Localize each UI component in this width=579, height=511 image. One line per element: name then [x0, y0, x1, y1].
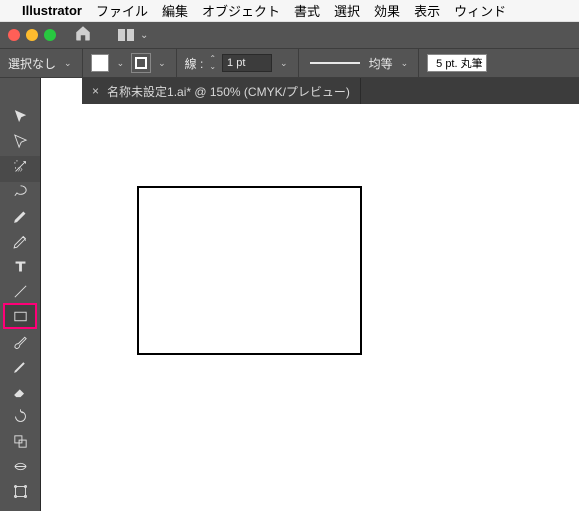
curvature-tool[interactable]	[4, 229, 36, 253]
menu-window[interactable]: ウィンド	[454, 1, 506, 20]
chevron-down-icon: ⌄	[140, 30, 148, 41]
menu-edit[interactable]: 編集	[162, 1, 188, 20]
magic-wand-tool[interactable]	[4, 154, 36, 178]
chevron-down-icon[interactable]: ⌄	[156, 58, 168, 69]
type-tool[interactable]	[4, 254, 36, 278]
pencil-tool[interactable]	[4, 354, 36, 378]
stroke-label: 線 :	[185, 55, 204, 72]
window-titlebar: ⌄	[0, 22, 579, 48]
pen-tool[interactable]	[4, 204, 36, 228]
document-tab-title: 名称未設定1.ai* @ 150% (CMYK/プレビュー)	[107, 83, 350, 100]
variable-width-profile[interactable]	[307, 56, 363, 71]
brush-definition[interactable]: 5 pt. 丸筆	[427, 54, 487, 72]
width-tool[interactable]	[4, 454, 36, 478]
app-name[interactable]: Illustrator	[22, 3, 82, 18]
arrange-documents-button[interactable]: ⌄	[118, 29, 148, 41]
menu-type[interactable]: 書式	[294, 1, 320, 20]
rectangle-shape[interactable]	[137, 186, 362, 355]
menu-effect[interactable]: 効果	[374, 1, 400, 20]
tools-panel	[0, 78, 41, 511]
menu-view[interactable]: 表示	[414, 1, 440, 20]
canvas[interactable]	[41, 104, 579, 511]
menu-file[interactable]: ファイル	[96, 1, 148, 20]
document-area: × 名称未設定1.ai* @ 150% (CMYK/プレビュー)	[41, 78, 579, 511]
profile-label: 均等	[369, 55, 393, 72]
rotate-tool[interactable]	[4, 404, 36, 428]
selection-status: 選択なし	[8, 55, 56, 72]
macos-menubar: Illustrator ファイル 編集 オブジェクト 書式 選択 効果 表示 ウ…	[0, 0, 579, 22]
eraser-tool[interactable]	[4, 379, 36, 403]
paintbrush-tool[interactable]	[4, 329, 36, 353]
chevron-down-icon[interactable]: ⌄	[115, 58, 127, 69]
chevron-down-icon[interactable]: ⌄	[399, 58, 411, 69]
close-tab-button[interactable]: ×	[92, 84, 99, 98]
home-icon[interactable]	[74, 24, 92, 47]
chevron-down-icon[interactable]: ⌄	[62, 58, 74, 69]
menu-select[interactable]: 選択	[334, 1, 360, 20]
stroke-weight-field[interactable]: 1 pt	[222, 54, 272, 72]
minimize-window-button[interactable]	[26, 29, 38, 41]
scale-tool[interactable]	[4, 429, 36, 453]
fill-swatch[interactable]	[91, 54, 109, 72]
line-tool[interactable]	[4, 279, 36, 303]
chevron-down-icon[interactable]: ⌄	[278, 58, 290, 69]
control-bar: 選択なし ⌄ ⌄ ⌄ 線 : ⌃⌄ 1 pt ⌄ 均等 ⌄ 5 pt. 丸筆	[0, 48, 579, 78]
selection-tool[interactable]	[4, 104, 36, 128]
free-transform-tool[interactable]	[4, 479, 36, 503]
document-tab[interactable]: × 名称未設定1.ai* @ 150% (CMYK/プレビュー)	[82, 78, 361, 104]
workspace: » × 名称未設定1.ai* @ 150% (CMYK/プレビュー)	[0, 78, 579, 511]
window-controls	[8, 29, 56, 41]
lasso-tool[interactable]	[4, 179, 36, 203]
rectangle-tool[interactable]	[4, 304, 36, 328]
close-window-button[interactable]	[8, 29, 20, 41]
direct-selection-tool[interactable]	[4, 129, 36, 153]
zoom-window-button[interactable]	[44, 29, 56, 41]
stroke-weight-stepper[interactable]: ⌃⌄	[209, 55, 216, 71]
document-tabbar: × 名称未設定1.ai* @ 150% (CMYK/プレビュー)	[82, 78, 579, 104]
menu-object[interactable]: オブジェクト	[202, 1, 280, 20]
stroke-swatch[interactable]	[132, 54, 150, 72]
